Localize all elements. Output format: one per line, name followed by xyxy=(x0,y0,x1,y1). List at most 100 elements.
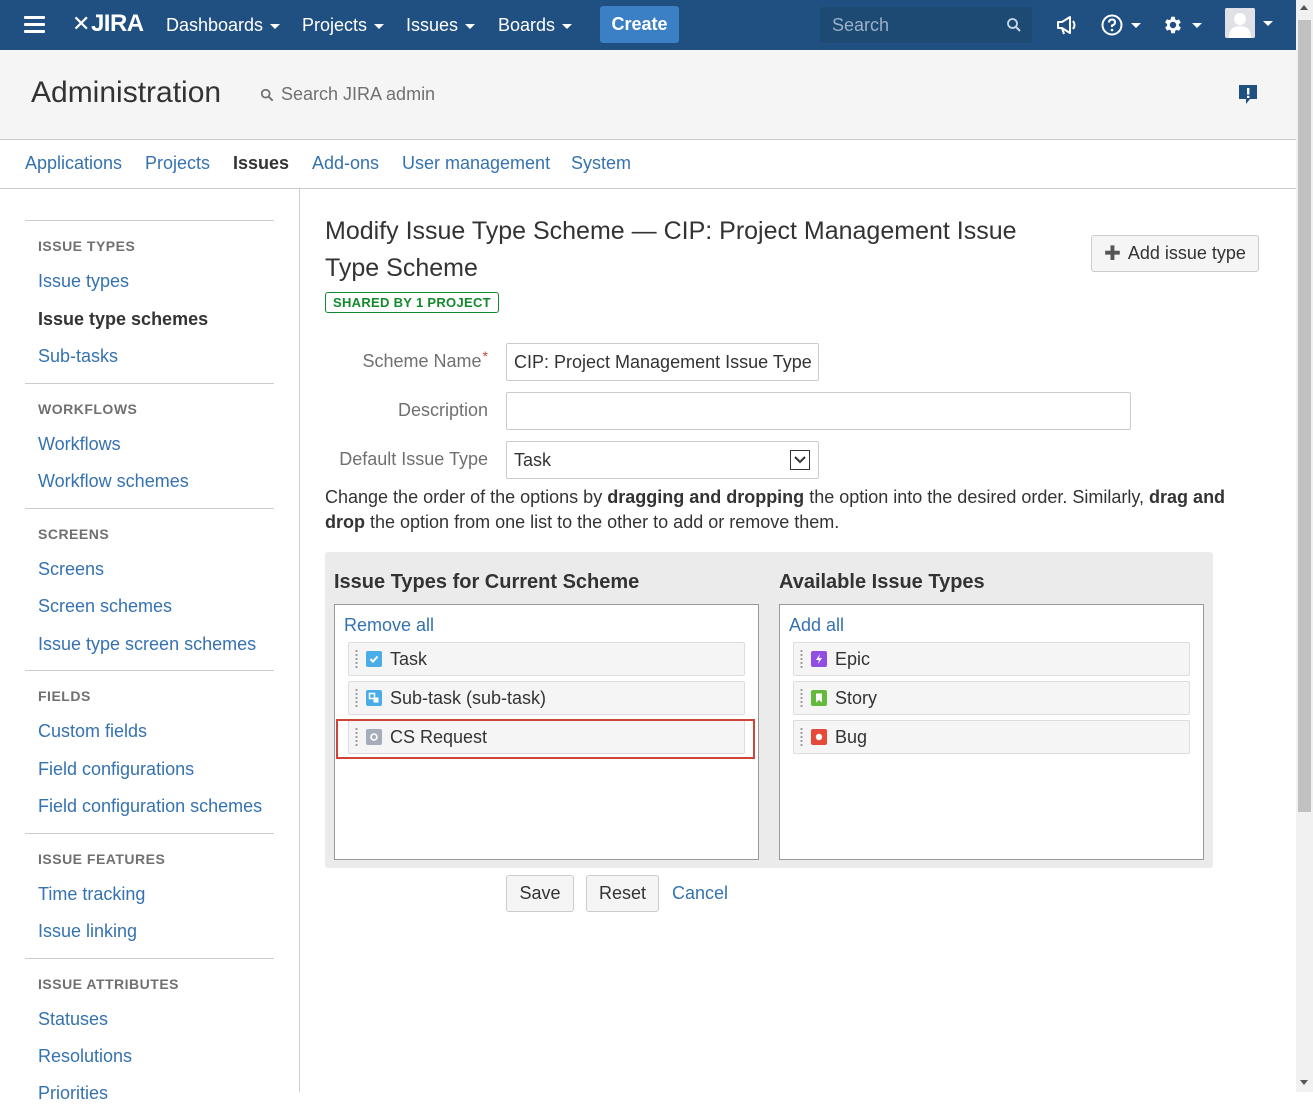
issue-type-label: Epic xyxy=(835,648,871,669)
drag-handle-icon[interactable] xyxy=(355,649,358,669)
tab-issues[interactable]: Issues xyxy=(233,153,289,174)
scheme-name-field[interactable]: CIP: Project Management Issue Type Schem… xyxy=(506,343,819,381)
sidebar-item-issue-type-schemes[interactable]: Issue type schemes xyxy=(38,309,208,330)
subtask-icon xyxy=(366,690,382,706)
settings-menu[interactable] xyxy=(1162,12,1202,38)
chevron-down-icon xyxy=(790,450,810,470)
admin-search[interactable]: Search JIRA admin xyxy=(260,84,435,105)
story-icon xyxy=(811,690,827,706)
scrollbar-thumb[interactable] xyxy=(1298,20,1311,812)
scroll-up-icon[interactable] xyxy=(1300,5,1308,10)
reset-button[interactable]: Reset xyxy=(586,875,659,912)
sidebar-item-time-tracking[interactable]: Time tracking xyxy=(38,884,145,905)
jira-logo-text: JIRA xyxy=(90,10,144,37)
tab-applications[interactable]: Applications xyxy=(25,153,122,174)
description-field[interactable] xyxy=(506,392,1131,430)
sidebar-item-issue-types[interactable]: Issue types xyxy=(38,271,129,292)
jira-logo[interactable]: ✕ JIRA xyxy=(72,10,144,38)
global-search xyxy=(820,7,1032,43)
scheme-title: Modify Issue Type Scheme — CIP: Project … xyxy=(325,217,1017,282)
nav-projects[interactable]: Projects xyxy=(302,0,385,50)
sidebar-heading-workflows: WORKFLOWS xyxy=(38,401,138,417)
sidebar-divider xyxy=(25,383,274,384)
sidebar-heading-fields: FIELDS xyxy=(38,688,91,704)
remove-all-link[interactable]: Remove all xyxy=(344,615,434,636)
chevron-down-icon xyxy=(1131,22,1141,28)
nav-boards-label: Boards xyxy=(498,14,556,35)
sidebar-item-workflow-schemes[interactable]: Workflow schemes xyxy=(38,471,189,492)
sidebar-item-workflows[interactable]: Workflows xyxy=(38,434,121,455)
help-text: Change the order of the options by dragg… xyxy=(325,485,1265,535)
admin-header: Administration Search JIRA admin xyxy=(0,50,1296,140)
description-label: Description xyxy=(397,400,488,420)
sidebar-divider xyxy=(25,670,274,671)
sidebar-item-field-configuration-schemes[interactable]: Field configuration schemes xyxy=(38,796,262,817)
required-icon: * xyxy=(482,348,488,364)
megaphone-icon[interactable] xyxy=(1056,12,1078,38)
help-text-part1: Change the order of the options by xyxy=(325,487,608,507)
list-item[interactable]: Epic xyxy=(793,642,1190,676)
sidebar-item-statuses[interactable]: Statuses xyxy=(38,1009,108,1030)
drag-handle-icon[interactable] xyxy=(800,649,803,669)
admin-sidebar: ISSUE TYPES Issue types Issue type schem… xyxy=(0,189,300,1103)
sidebar-item-resolutions[interactable]: Resolutions xyxy=(38,1046,132,1067)
page-scrollbar[interactable] xyxy=(1296,0,1313,1092)
nav-projects-label: Projects xyxy=(302,14,368,35)
avatar xyxy=(1225,8,1255,38)
chevron-down-icon xyxy=(562,23,573,29)
drag-handle-icon[interactable] xyxy=(800,688,803,708)
sidebar-divider xyxy=(25,220,274,221)
default-issue-type-value: Task xyxy=(514,450,552,470)
drag-handle-icon[interactable] xyxy=(355,688,358,708)
add-issue-type-button[interactable]: ✚ Add issue type xyxy=(1091,235,1259,272)
help-text-bold1: dragging and dropping xyxy=(607,487,805,507)
sidebar-item-issue-linking[interactable]: Issue linking xyxy=(38,921,137,942)
chevron-down-icon xyxy=(374,23,385,29)
default-issue-type-select[interactable]: Task xyxy=(506,441,819,479)
sidebar-item-screen-schemes[interactable]: Screen schemes xyxy=(38,596,172,617)
tab-add-ons[interactable]: Add-ons xyxy=(312,153,379,174)
add-issue-type-label: Add issue type xyxy=(1127,243,1246,263)
available-types-heading: Available Issue Types xyxy=(779,571,985,593)
sidebar-item-custom-fields[interactable]: Custom fields xyxy=(38,721,147,742)
status-badge[interactable]: SHARED BY 1 PROJECT xyxy=(325,292,499,313)
drag-handle-icon[interactable] xyxy=(800,727,803,747)
top-navigation: ✕ JIRA Dashboards Projects Issues Boards… xyxy=(0,0,1296,50)
sidebar-item-issue-type-screen-schemes[interactable]: Issue type screen schemes xyxy=(38,634,256,655)
sidebar-divider xyxy=(25,508,274,509)
tab-projects[interactable]: Projects xyxy=(145,153,210,174)
sidebar-item-field-configurations[interactable]: Field configurations xyxy=(38,759,194,780)
sidebar-heading-issue-attributes: ISSUE ATTRIBUTES xyxy=(38,976,180,992)
chevron-down-icon xyxy=(465,23,476,29)
issue-type-label: Task xyxy=(390,648,428,669)
list-item[interactable]: Story xyxy=(793,681,1190,715)
search-icon[interactable] xyxy=(1006,17,1022,33)
list-item[interactable]: Bug xyxy=(793,720,1190,754)
list-item[interactable]: Task xyxy=(348,642,745,676)
scheme-name-label-text: Scheme Name xyxy=(362,351,482,371)
save-button[interactable]: Save xyxy=(506,875,574,912)
sidebar-heading-issue-features: ISSUE FEATURES xyxy=(38,851,166,867)
add-all-link[interactable]: Add all xyxy=(789,615,844,636)
tab-system[interactable]: System xyxy=(571,153,631,174)
list-item[interactable]: Sub-task (sub-task) xyxy=(348,681,745,715)
hamburger-icon[interactable] xyxy=(24,16,45,33)
tab-user-management[interactable]: User management xyxy=(402,153,550,174)
help-menu[interactable] xyxy=(1101,12,1141,38)
task-icon xyxy=(366,651,382,667)
gear-icon xyxy=(1165,16,1181,34)
current-scheme-heading: Issue Types for Current Scheme xyxy=(334,571,640,593)
feedback-icon[interactable] xyxy=(1238,84,1258,106)
sidebar-item-priorities[interactable]: Priorities xyxy=(38,1083,108,1104)
nav-dashboards[interactable]: Dashboards xyxy=(166,0,281,50)
create-button[interactable]: Create xyxy=(600,6,679,43)
global-search-input[interactable] xyxy=(832,14,1002,36)
scroll-down-icon[interactable] xyxy=(1300,1080,1308,1085)
sidebar-item-screens[interactable]: Screens xyxy=(38,559,104,580)
nav-boards[interactable]: Boards xyxy=(498,0,573,50)
nav-issues[interactable]: Issues xyxy=(406,0,476,50)
default-issue-type-label: Default Issue Type xyxy=(339,449,488,469)
sidebar-item-sub-tasks[interactable]: Sub-tasks xyxy=(38,346,118,367)
user-menu[interactable] xyxy=(1225,8,1273,38)
cancel-link[interactable]: Cancel xyxy=(672,883,728,904)
